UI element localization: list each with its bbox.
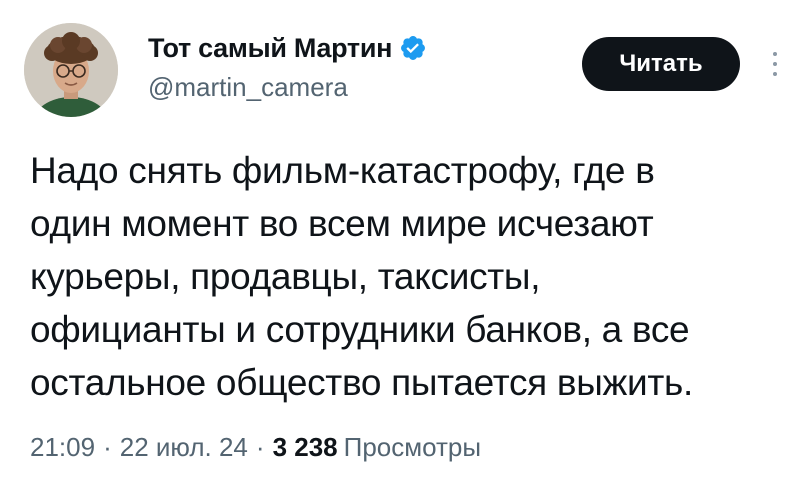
- avatar[interactable]: [24, 23, 118, 117]
- more-dot: [773, 72, 777, 76]
- author-name-row: Тот самый Мартин: [148, 30, 427, 66]
- follow-button[interactable]: Читать: [582, 37, 740, 91]
- views-count: 3 238: [272, 432, 338, 462]
- views-label: Просмотры: [343, 432, 482, 462]
- tweet-card: Тот самый Мартин @martin_camera Читать Н…: [0, 0, 800, 494]
- meta-separator: ·: [255, 432, 265, 462]
- author-display-name[interactable]: Тот самый Мартин: [148, 33, 392, 64]
- tweet-text-line: остальное общество пытается выжить.: [30, 362, 693, 403]
- verified-badge-icon[interactable]: [399, 34, 427, 62]
- more-dot: [773, 62, 777, 66]
- author-handle[interactable]: @martin_camera: [148, 72, 348, 103]
- tweet-text-line: Надо снять фильм-катастрофу, где в: [30, 150, 655, 191]
- more-dot: [773, 52, 777, 56]
- more-options-icon[interactable]: [765, 42, 785, 86]
- avatar-image: [24, 23, 118, 117]
- tweet-meta: 21:09 · 22 июл. 24 · 3 238 Просмотры: [30, 432, 481, 463]
- tweet-text: Надо снять фильм-катастрофу, где в один …: [30, 144, 790, 409]
- tweet-text-line: официанты и сотрудники банков, а все: [30, 309, 690, 350]
- tweet-text-line: один момент во всем мире исчезают: [30, 203, 654, 244]
- tweet-date[interactable]: 22 июл. 24: [120, 432, 248, 463]
- meta-separator: ·: [103, 432, 112, 462]
- tweet-time[interactable]: 21:09: [30, 432, 95, 463]
- tweet-text-line: курьеры, продавцы, таксисты,: [30, 256, 541, 297]
